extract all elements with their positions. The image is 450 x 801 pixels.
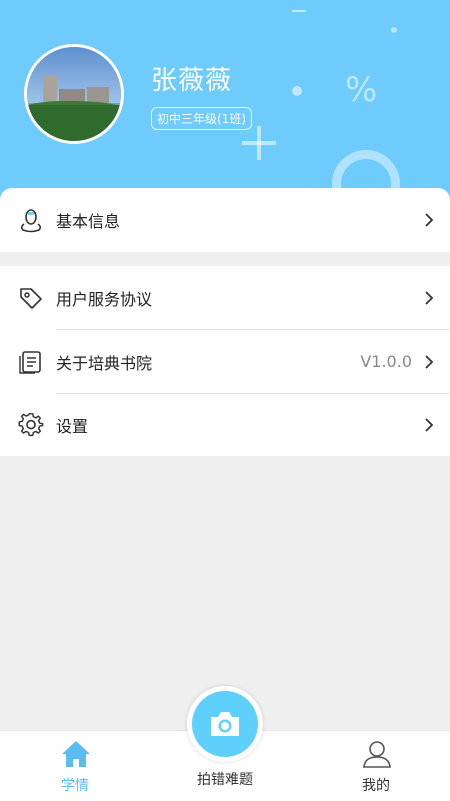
tab-study[interactable]: 学情 <box>30 731 120 801</box>
user-name: 张薇薇 <box>151 66 233 96</box>
tab-label-study: 学情 <box>61 778 89 794</box>
chevron-right-icon <box>425 290 434 305</box>
decor-percent-icon: % <box>345 70 378 110</box>
decor-minus-icon <box>292 10 306 12</box>
tab-label-mine: 我的 <box>362 778 390 794</box>
camera-button[interactable] <box>187 686 263 762</box>
user-location-icon <box>20 208 42 232</box>
tab-label-camera: 拍错难题 <box>197 772 253 788</box>
user-icon <box>363 741 391 768</box>
document-list-icon <box>19 350 41 374</box>
app-version: V1.0.0 <box>360 352 412 371</box>
menu-item-user-agreement[interactable]: 用户服务协议 <box>0 266 450 329</box>
decor-dot-icon <box>292 86 302 96</box>
menu-list-card: 用户服务协议 关于培典书院 V1.0.0 设置 <box>0 266 450 456</box>
home-icon <box>62 741 90 767</box>
menu-item-basic-info[interactable]: 基本信息 <box>0 188 450 251</box>
avatar[interactable] <box>24 44 124 144</box>
menu-item-about[interactable]: 关于培典书院 V1.0.0 <box>0 330 450 393</box>
menu-label-user-agreement: 用户服务协议 <box>56 289 153 309</box>
decor-dot-icon <box>391 27 397 33</box>
chevron-right-icon <box>425 417 434 432</box>
chevron-right-icon <box>425 212 434 227</box>
tab-mine[interactable]: 我的 <box>331 731 421 801</box>
class-badge: 初中三年级(1班) <box>151 107 252 130</box>
gear-icon <box>18 412 44 436</box>
menu-item-settings[interactable]: 设置 <box>0 393 450 456</box>
menu-label-basic-info: 基本信息 <box>56 211 121 231</box>
basic-info-card: 基本信息 <box>0 188 450 252</box>
decor-plus-icon <box>257 126 261 160</box>
camera-icon <box>211 712 239 736</box>
menu-label-settings: 设置 <box>56 416 89 436</box>
chevron-right-icon <box>425 354 434 369</box>
tag-icon <box>20 287 42 309</box>
menu-label-about: 关于培典书院 <box>56 353 153 373</box>
profile-header: % 张薇薇 初中三年级(1班) <box>0 0 450 200</box>
